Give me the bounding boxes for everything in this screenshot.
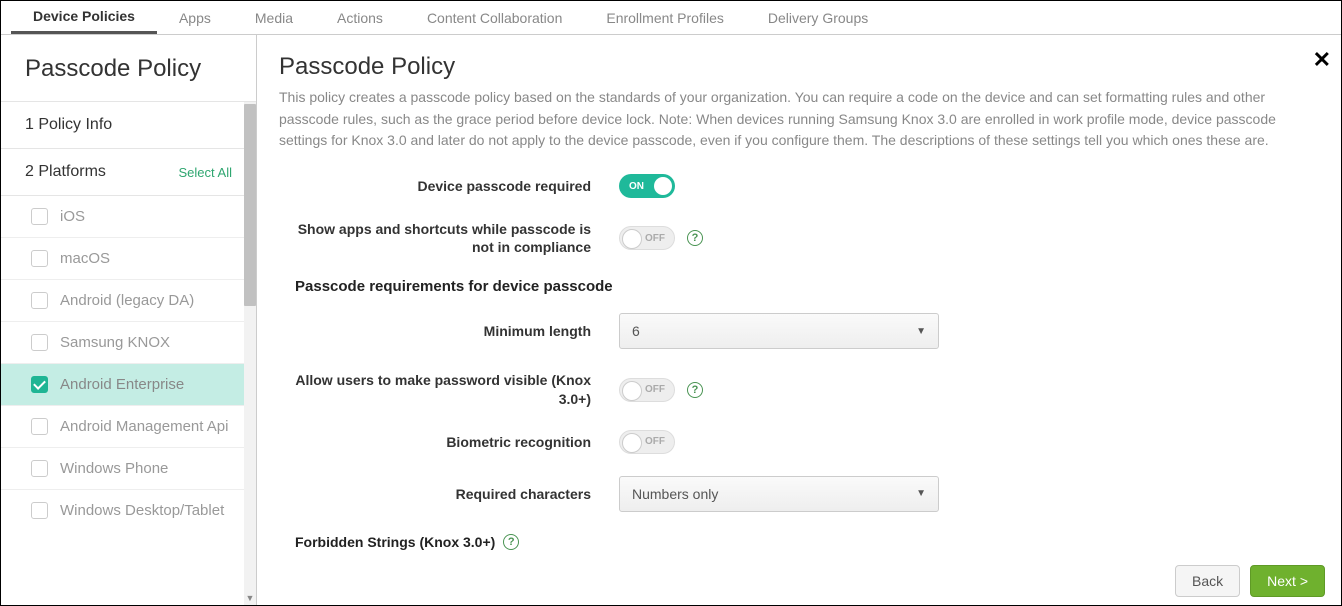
checkbox-icon[interactable] bbox=[31, 250, 48, 267]
footer: Back Next > bbox=[257, 555, 1341, 605]
label-show-apps: Show apps and shortcuts while passcode i… bbox=[279, 220, 619, 256]
chevron-down-icon: ▼ bbox=[916, 488, 926, 499]
checkbox-icon[interactable] bbox=[31, 376, 48, 393]
close-icon[interactable]: ✕ bbox=[1313, 47, 1331, 73]
platform-label: macOS bbox=[60, 250, 110, 267]
scrollbar-down-icon[interactable]: ▼ bbox=[244, 591, 256, 605]
toggle-state-text: OFF bbox=[645, 384, 665, 395]
label-device-required: Device passcode required bbox=[279, 177, 619, 195]
toggle-biometric[interactable]: OFF bbox=[619, 430, 675, 454]
platform-label: Samsung KNOX bbox=[60, 334, 170, 351]
tab-content-collaboration[interactable]: Content Collaboration bbox=[405, 1, 584, 34]
tab-media[interactable]: Media bbox=[233, 1, 315, 34]
label-required-chars: Required characters bbox=[279, 485, 619, 503]
select-value: 6 bbox=[632, 323, 640, 339]
platform-android-management-api[interactable]: Android Management Api bbox=[1, 406, 256, 448]
toggle-device-required[interactable]: ON bbox=[619, 174, 675, 198]
step-policy-info[interactable]: 1 Policy Info bbox=[1, 102, 256, 149]
top-tabs: Device Policies Apps Media Actions Conte… bbox=[1, 1, 1341, 35]
step-platforms-label: 2 Platforms bbox=[25, 163, 106, 181]
scrollbar-track[interactable]: ▼ bbox=[244, 102, 256, 605]
platform-android-legacy[interactable]: Android (legacy DA) bbox=[1, 280, 256, 322]
checkbox-icon[interactable] bbox=[31, 502, 48, 519]
forbidden-label: Forbidden Strings (Knox 3.0+) bbox=[295, 534, 495, 550]
sidebar-title: Passcode Policy bbox=[1, 35, 256, 101]
tab-device-policies[interactable]: Device Policies bbox=[11, 1, 157, 34]
back-button[interactable]: Back bbox=[1175, 565, 1240, 597]
scrollbar-thumb[interactable] bbox=[244, 104, 256, 306]
label-biometric: Biometric recognition bbox=[279, 433, 619, 451]
help-icon[interactable]: ? bbox=[687, 382, 703, 398]
tab-actions[interactable]: Actions bbox=[315, 1, 405, 34]
step-policy-info-label: 1 Policy Info bbox=[25, 116, 112, 134]
platform-android-enterprise[interactable]: Android Enterprise bbox=[1, 364, 256, 406]
platform-macos[interactable]: macOS bbox=[1, 238, 256, 280]
tab-delivery-groups[interactable]: Delivery Groups bbox=[746, 1, 890, 34]
platform-ios[interactable]: iOS bbox=[1, 196, 256, 238]
checkbox-icon[interactable] bbox=[31, 208, 48, 225]
platform-samsung-knox[interactable]: Samsung KNOX bbox=[1, 322, 256, 364]
platform-windows-desktop[interactable]: Windows Desktop/Tablet bbox=[1, 490, 256, 531]
checkbox-icon[interactable] bbox=[31, 334, 48, 351]
toggle-allow-visible[interactable]: OFF bbox=[619, 378, 675, 402]
section-heading: Passcode requirements for device passcod… bbox=[295, 278, 1313, 295]
platform-label: Android Enterprise bbox=[60, 376, 184, 393]
platform-label: Windows Desktop/Tablet bbox=[60, 502, 224, 519]
tab-apps[interactable]: Apps bbox=[157, 1, 233, 34]
toggle-state-text: OFF bbox=[645, 233, 665, 244]
label-allow-visible: Allow users to make password visible (Kn… bbox=[279, 371, 619, 407]
content-area: ✕ Passcode Policy This policy creates a … bbox=[257, 35, 1341, 605]
checkbox-icon[interactable] bbox=[31, 418, 48, 435]
select-required-chars[interactable]: Numbers only ▼ bbox=[619, 476, 939, 512]
help-icon[interactable]: ? bbox=[687, 230, 703, 246]
toggle-show-apps[interactable]: OFF bbox=[619, 226, 675, 250]
select-all-link[interactable]: Select All bbox=[179, 165, 232, 180]
select-min-length[interactable]: 6 ▼ bbox=[619, 313, 939, 349]
platform-label: iOS bbox=[60, 208, 85, 225]
platform-label: Android (legacy DA) bbox=[60, 292, 194, 309]
select-value: Numbers only bbox=[632, 486, 718, 502]
next-button[interactable]: Next > bbox=[1250, 565, 1325, 597]
platform-label: Android Management Api bbox=[60, 418, 228, 435]
chevron-down-icon: ▼ bbox=[916, 326, 926, 337]
sidebar: Passcode Policy 1 Policy Info 2 Platform… bbox=[1, 35, 257, 605]
label-min-length: Minimum length bbox=[279, 322, 619, 340]
checkbox-icon[interactable] bbox=[31, 292, 48, 309]
page-description: This policy creates a passcode policy ba… bbox=[279, 87, 1299, 152]
step-platforms[interactable]: 2 Platforms Select All bbox=[1, 149, 256, 196]
forbidden-strings-heading: Forbidden Strings (Knox 3.0+) ? bbox=[295, 534, 1313, 550]
help-icon[interactable]: ? bbox=[503, 534, 519, 550]
toggle-state-text: OFF bbox=[645, 436, 665, 447]
tab-enrollment-profiles[interactable]: Enrollment Profiles bbox=[584, 1, 746, 34]
page-title: Passcode Policy bbox=[279, 53, 1313, 81]
platform-windows-phone[interactable]: Windows Phone bbox=[1, 448, 256, 490]
checkbox-icon[interactable] bbox=[31, 460, 48, 477]
platform-label: Windows Phone bbox=[60, 460, 168, 477]
toggle-state-text: ON bbox=[629, 181, 644, 192]
